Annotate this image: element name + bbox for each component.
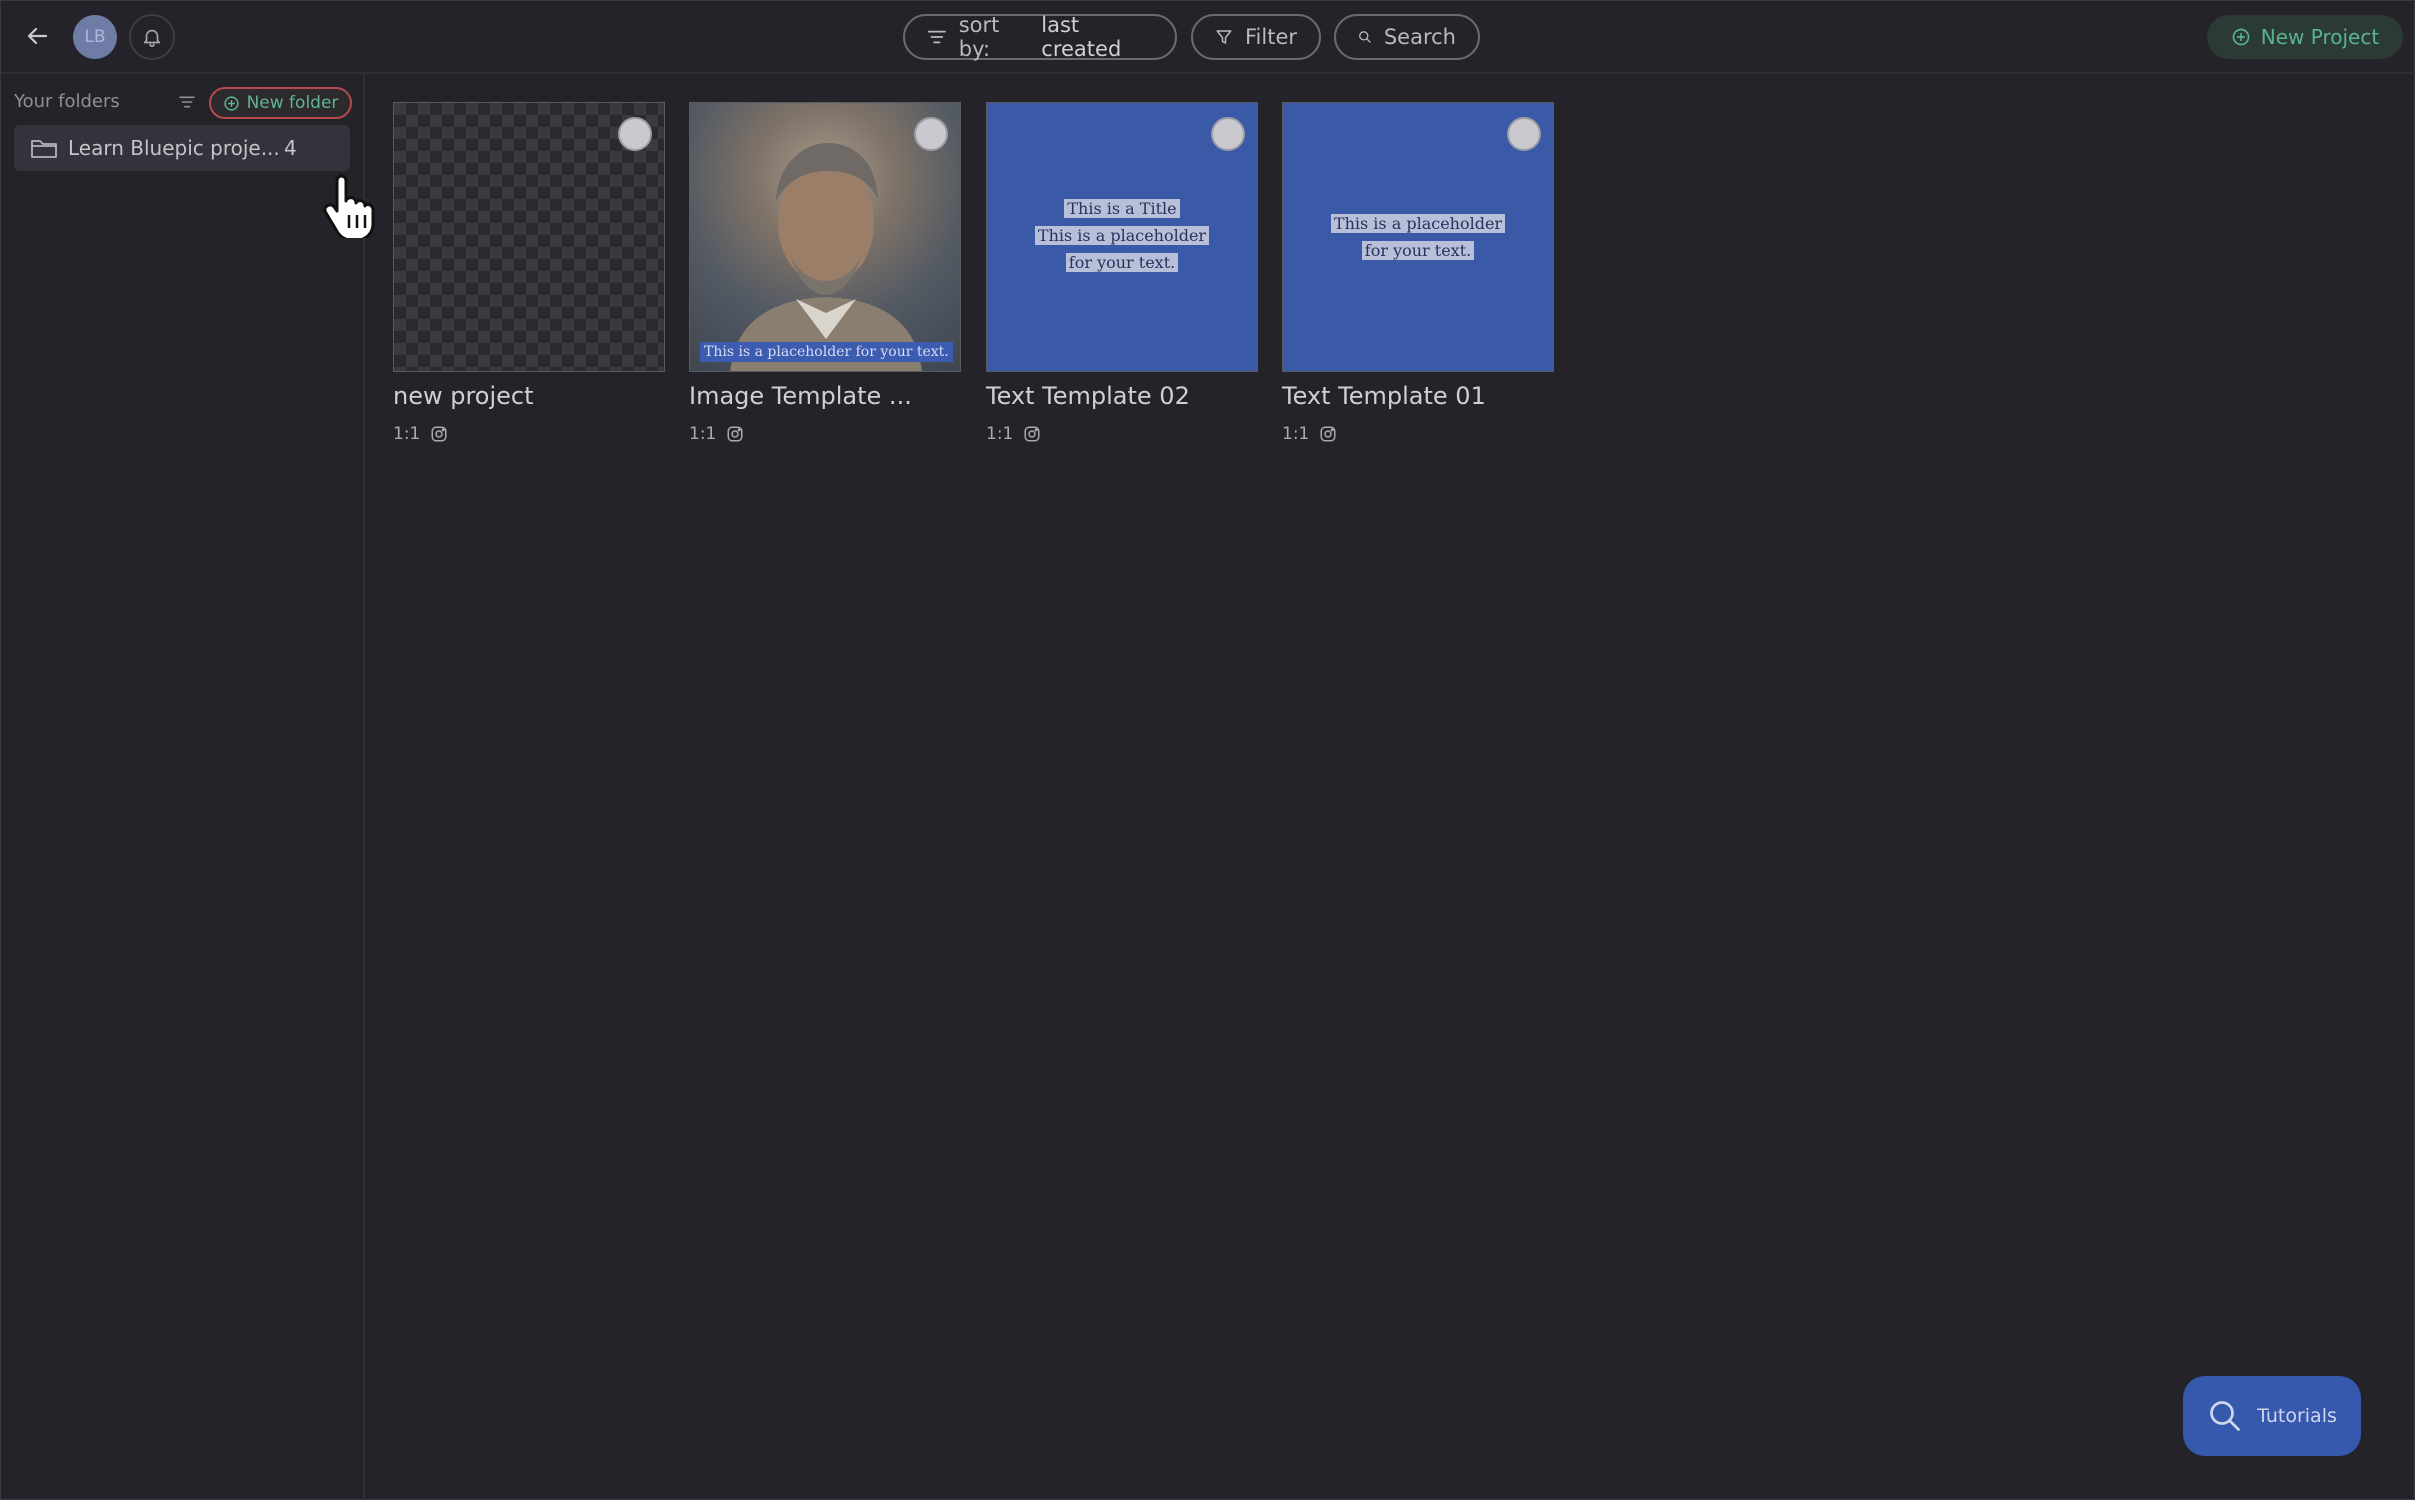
project-meta: 1:1 xyxy=(1282,424,1554,444)
project-meta: 1:1 xyxy=(689,424,961,444)
thumbnail-line: for your text. xyxy=(1065,253,1179,272)
notifications-button[interactable] xyxy=(129,14,175,60)
sort-icon xyxy=(927,30,946,44)
thumbnail-line: This is a Title xyxy=(1064,199,1180,218)
filter-button[interactable]: Filter xyxy=(1191,14,1321,60)
aspect-ratio: 1:1 xyxy=(1282,424,1310,444)
project-card[interactable]: This is a placeholder for your text. Ima… xyxy=(689,102,961,444)
bell-icon xyxy=(143,29,161,47)
thumbnail-line: This is a placeholder xyxy=(1330,214,1506,233)
sort-folders-button[interactable] xyxy=(173,88,201,116)
select-checkbox[interactable] xyxy=(914,117,948,151)
project-thumbnail[interactable]: This is a placeholder for your text. xyxy=(689,102,961,372)
sort-icon xyxy=(179,96,195,108)
folders-title: Your folders xyxy=(14,91,120,112)
sort-value: last created xyxy=(1041,13,1122,61)
project-title: Text Template 02 xyxy=(986,382,1190,410)
filter-label: Filter xyxy=(1244,25,1297,49)
folder-count: 4 xyxy=(284,136,297,160)
sort-button[interactable]: sort by: last created xyxy=(903,13,1177,61)
aspect-ratio: 1:1 xyxy=(393,424,421,444)
instagram-icon xyxy=(1024,426,1040,442)
filter-icon xyxy=(1216,30,1232,44)
thumbnail-text: This is a placeholder for your text. xyxy=(1283,210,1553,264)
app-window: LB sort by: last created Filter Search N… xyxy=(0,0,2415,1500)
folder-name: Learn Bluepic proje... xyxy=(68,136,280,160)
project-title: new project xyxy=(393,382,534,410)
top-bar: LB sort by: last created Filter Search N… xyxy=(1,1,2415,74)
project-card[interactable]: This is a placeholder for your text. Tex… xyxy=(1282,102,1554,444)
select-checkbox[interactable] xyxy=(618,117,652,151)
project-thumbnail[interactable] xyxy=(393,102,665,372)
search-label: Search xyxy=(1383,25,1456,49)
arrow-left-icon xyxy=(27,27,48,45)
project-thumbnail[interactable]: This is a placeholder for your text. xyxy=(1282,102,1554,372)
thumbnail-text: This is a Title This is a placeholder fo… xyxy=(987,195,1257,276)
tutorials-label: Tutorials xyxy=(2257,1405,2337,1427)
project-card[interactable]: new project 1:1 xyxy=(393,102,665,444)
aspect-ratio: 1:1 xyxy=(986,424,1014,444)
select-checkbox[interactable] xyxy=(1211,117,1245,151)
aspect-ratio: 1:1 xyxy=(689,424,717,444)
instagram-icon xyxy=(1320,426,1336,442)
instagram-icon xyxy=(727,426,743,442)
folder-icon xyxy=(31,140,57,158)
new-project-label: New Project xyxy=(2260,25,2380,49)
project-title: Image Template ... xyxy=(689,382,912,410)
sidebar-item-folder[interactable]: Learn Bluepic proje... 4 xyxy=(14,125,350,171)
search-button[interactable]: Search xyxy=(1334,14,1480,60)
thumbnail-line: This is a placeholder xyxy=(1034,226,1210,245)
search-icon xyxy=(1359,31,1371,43)
thumbnail-line: for your text. xyxy=(1361,241,1475,260)
instagram-icon xyxy=(431,426,447,442)
plus-circle-icon xyxy=(2232,28,2250,46)
project-meta: 1:1 xyxy=(393,424,665,444)
thumbnail-caption: This is a placeholder for your text. xyxy=(700,342,953,362)
project-thumbnail[interactable]: This is a Title This is a placeholder fo… xyxy=(986,102,1258,372)
plus-circle-icon xyxy=(223,95,239,111)
project-meta: 1:1 xyxy=(986,424,1258,444)
project-card[interactable]: This is a Title This is a placeholder fo… xyxy=(986,102,1258,444)
new-project-button[interactable]: New Project xyxy=(2207,15,2403,59)
search-icon xyxy=(2210,1401,2240,1431)
hand-cursor-icon xyxy=(323,174,375,238)
new-folder-label: New folder xyxy=(246,93,339,113)
folders-sidebar: Your folders New folder Learn Bluepic pr… xyxy=(1,74,375,1500)
select-checkbox[interactable] xyxy=(1507,117,1541,151)
avatar[interactable]: LB xyxy=(73,15,117,59)
project-title: Text Template 01 xyxy=(1282,382,1486,410)
back-button[interactable] xyxy=(21,19,55,53)
tutorials-button[interactable]: Tutorials xyxy=(2183,1376,2361,1456)
sort-label: sort by: xyxy=(958,13,1000,61)
new-folder-button[interactable]: New folder xyxy=(209,87,352,119)
